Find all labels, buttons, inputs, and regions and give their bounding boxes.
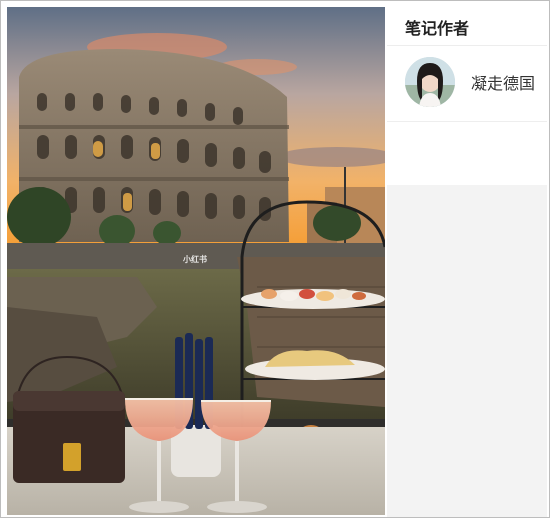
user-avatar-icon (405, 57, 455, 107)
author-panel: 笔记作者 凝走德国 (387, 7, 547, 185)
author-row[interactable]: 凝走德国 (405, 57, 547, 109)
avatar[interactable] (405, 57, 455, 107)
sidebar: 笔记作者 凝走德国 (387, 7, 547, 517)
note-photo[interactable]: 小红书 (7, 7, 385, 515)
author-name[interactable]: 凝走德国 (471, 70, 535, 94)
divider (387, 45, 547, 46)
watermark-text: 小红书 (183, 255, 207, 264)
note-window: 小红书 笔记作者 凝走德国 (0, 0, 550, 518)
divider (387, 121, 547, 122)
panel-title: 笔记作者 (405, 19, 470, 38)
